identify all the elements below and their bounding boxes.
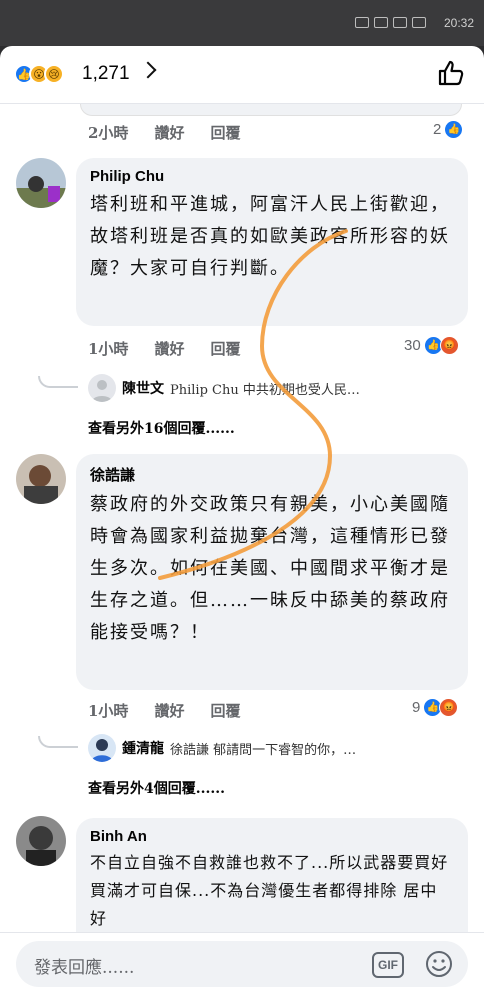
reaction-number: 9 xyxy=(412,699,421,716)
like-button[interactable]: 讚好 xyxy=(154,700,184,721)
sim-icon xyxy=(355,17,369,28)
avatar[interactable] xyxy=(16,158,66,208)
comment-text: 塔利班和平進城，阿富汗人民上街歡迎，故塔利班是否真的如歐美政客所形容的妖魔？大家… xyxy=(90,194,450,279)
reply-author: 鍾清龍 xyxy=(122,741,164,757)
angry-reaction-icon: 😡 xyxy=(439,336,459,355)
status-icons xyxy=(355,17,426,28)
sad-reaction-icon: 😢 xyxy=(44,64,64,84)
reaction-summary[interactable]: 👍 😮 😢 xyxy=(14,64,64,84)
comment-author[interactable]: Philip Chu xyxy=(90,168,454,185)
reply-button[interactable]: 回覆 xyxy=(210,700,240,721)
emoji-icon[interactable] xyxy=(424,949,454,979)
comment-input[interactable]: 發表回應...... GIF xyxy=(16,941,468,987)
thumbs-up-outline-icon[interactable] xyxy=(436,58,466,88)
comment-composer: 發表回應...... GIF xyxy=(0,932,484,1000)
reaction-number: 2 xyxy=(433,121,442,138)
view-more-replies[interactable]: 查看另外4個回覆...... xyxy=(88,778,225,798)
reply-avatar xyxy=(88,734,116,762)
comment-input-placeholder: 發表回應...... xyxy=(34,958,135,978)
reply-avatar xyxy=(88,374,116,402)
comment-author[interactable]: 徐誥謙 xyxy=(90,464,454,485)
comment-text: 蔡政府的外交政策只有親美，小心美國隨時會為國家利益拋棄台灣，這種情形已發生多次。… xyxy=(90,494,450,643)
like-reaction-icon: 👍 xyxy=(444,120,464,139)
comment-actions: 1小時 讚好 回覆 xyxy=(88,700,240,721)
reply-button[interactable]: 回覆 xyxy=(210,338,240,359)
reaction-number: 30 xyxy=(404,337,421,354)
signal-icon xyxy=(374,17,388,28)
comment-text: 不自立自強不自救誰也救不了...所以武器要買好買滿才可自保...不為台灣優生者都… xyxy=(90,853,449,928)
comment-time: 1小時 xyxy=(88,340,129,358)
battery-icon xyxy=(412,17,426,28)
comment-reaction-count[interactable]: 30 👍 😡 xyxy=(404,336,459,355)
chevron-right-icon[interactable] xyxy=(139,61,157,79)
reply-snippet: Philip Chu 中共初期也受人民… xyxy=(170,382,360,398)
comment-time: 2小時 xyxy=(88,124,129,142)
previous-comment-bubble xyxy=(80,104,462,116)
view-more-replies[interactable]: 查看另外16個回覆...... xyxy=(88,418,235,438)
comment-reaction-count[interactable]: 9 👍 😡 xyxy=(412,698,459,717)
avatar[interactable] xyxy=(16,454,66,504)
thread-line xyxy=(38,736,78,748)
comment-bubble: 徐誥謙 蔡政府的外交政策只有親美，小心美國隨時會為國家利益拋棄台灣，這種情形已發… xyxy=(76,454,468,690)
reply-preview[interactable]: 鍾清龍 徐誥謙 郁請問一下睿智的你，… xyxy=(88,734,356,762)
wifi-icon xyxy=(393,17,407,28)
avatar[interactable] xyxy=(16,816,66,866)
reply-snippet: 徐誥謙 郁請問一下睿智的你，… xyxy=(170,742,357,758)
reactions-header: 👍 😮 😢 1,271 xyxy=(0,46,484,104)
like-button[interactable]: 讚好 xyxy=(154,122,184,143)
comment-bubble: Philip Chu 塔利班和平進城，阿富汗人民上街歡迎，故塔利班是否真的如歐美… xyxy=(76,158,468,326)
gif-button[interactable]: GIF xyxy=(372,952,404,978)
thread-line xyxy=(38,376,78,388)
comment-author[interactable]: Binh An xyxy=(90,828,454,845)
angry-reaction-icon: 😡 xyxy=(439,698,459,717)
reaction-count[interactable]: 1,271 xyxy=(82,63,130,85)
comment-reaction-count[interactable]: 2 👍 xyxy=(433,120,464,139)
comment-actions: 1小時 讚好 回覆 xyxy=(88,338,240,359)
like-button[interactable]: 讚好 xyxy=(154,338,184,359)
reply-author: 陳世文 xyxy=(122,381,164,397)
status-time: 20:32 xyxy=(443,16,474,30)
status-bar: 20:32 xyxy=(0,0,484,46)
reply-preview[interactable]: 陳世文 Philip Chu 中共初期也受人民… xyxy=(88,374,360,402)
comments-sheet: 👍 😮 😢 1,271 2小時 讚好 回覆 2 👍 Philip Chu 塔利班… xyxy=(0,46,484,1000)
comment-actions: 2小時 讚好 回覆 xyxy=(88,122,240,143)
comment-time: 1小時 xyxy=(88,702,129,720)
reply-button[interactable]: 回覆 xyxy=(210,122,240,143)
